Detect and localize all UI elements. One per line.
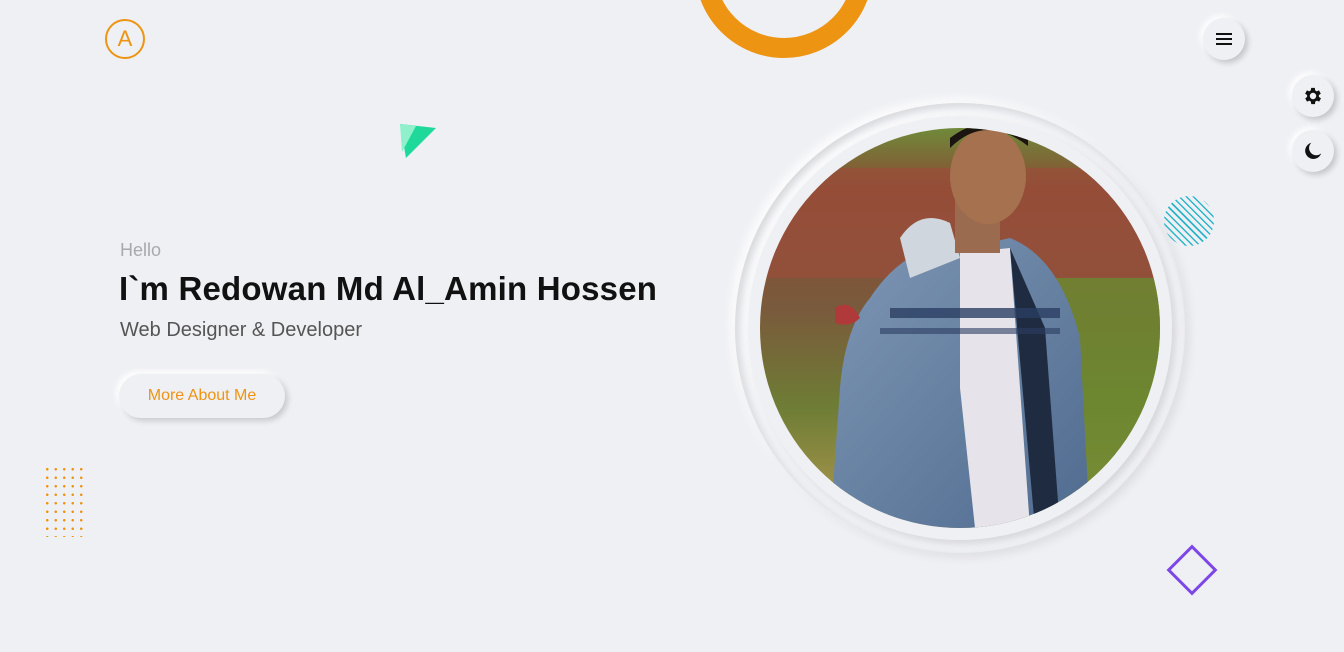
settings-button[interactable] xyxy=(1292,75,1334,117)
hero-name: I`m Redowan Md Al_Amin Hossen xyxy=(119,270,658,307)
greeting: Hello xyxy=(120,240,162,260)
menu-button[interactable] xyxy=(1203,18,1245,60)
logo-letter: A xyxy=(117,26,133,51)
decorative-diamond xyxy=(1166,544,1218,596)
moon-icon xyxy=(1305,142,1322,159)
profile-photo xyxy=(760,128,1160,528)
logo[interactable]: A xyxy=(105,19,145,59)
decorative-ring xyxy=(695,0,873,58)
hamburger-menu-icon xyxy=(1216,33,1232,45)
theme-toggle-button[interactable] xyxy=(1292,130,1334,172)
decorative-hatched-circle xyxy=(1164,196,1214,246)
decorative-dots xyxy=(43,465,83,537)
gear-icon xyxy=(1305,87,1321,105)
more-about-me-button[interactable]: More About Me xyxy=(119,374,285,418)
decorative-triangle xyxy=(400,124,436,158)
hero-role: Web Designer & Developer xyxy=(120,319,362,341)
